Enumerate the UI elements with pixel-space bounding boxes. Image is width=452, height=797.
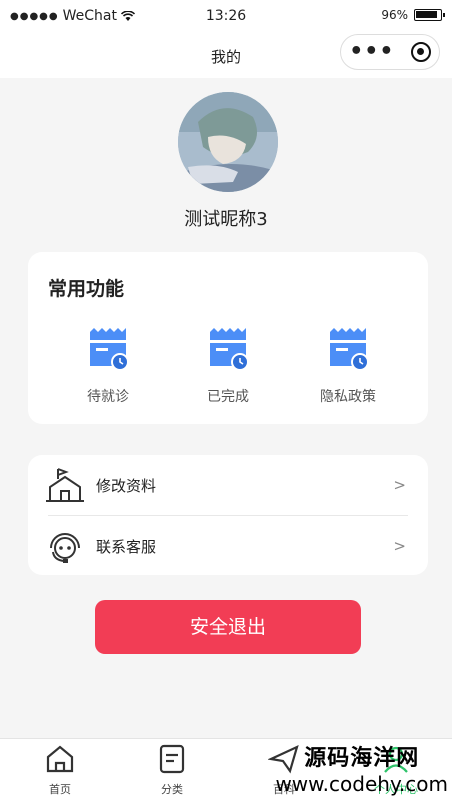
func-completed[interactable]: 已完成 bbox=[168, 326, 288, 406]
battery-percent: 96% bbox=[381, 8, 408, 22]
headset-icon bbox=[50, 533, 80, 563]
avatar-image bbox=[178, 92, 278, 192]
menu-label: 修改资料 bbox=[96, 476, 157, 495]
status-bar: ●●●●● WeChat 13:26 96% bbox=[0, 0, 452, 34]
func-label: 待就诊 bbox=[87, 389, 129, 405]
func-pending-visit[interactable]: 待就诊 bbox=[48, 326, 168, 406]
send-icon bbox=[267, 744, 299, 774]
tab-label: 首页 bbox=[49, 783, 71, 796]
home-icon bbox=[46, 745, 74, 773]
nickname: 测试昵称3 bbox=[184, 209, 268, 230]
func-label: 已完成 bbox=[207, 389, 249, 405]
func-label: 隐私政策 bbox=[320, 389, 376, 405]
close-target-button[interactable] bbox=[410, 42, 431, 62]
more-button[interactable]: ••• bbox=[349, 41, 394, 63]
tab-encyclopedia[interactable]: 百科 bbox=[254, 743, 314, 797]
menu-label: 联系客服 bbox=[96, 537, 157, 556]
tab-home[interactable]: 首页 bbox=[30, 743, 90, 797]
chevron-right-icon: > bbox=[393, 537, 406, 555]
miniprogram-capsule: ••• bbox=[340, 34, 440, 70]
calendar-clock-icon bbox=[90, 328, 129, 371]
tab-label: 个人中心 bbox=[374, 783, 418, 796]
logout-button[interactable]: 安全退出 bbox=[95, 600, 361, 654]
menu-item-contact-support[interactable]: 联系客服 > bbox=[28, 516, 428, 576]
card-title: 常用功能 bbox=[48, 278, 125, 300]
tab-label: 百科 bbox=[273, 783, 295, 796]
battery-icon bbox=[414, 9, 445, 21]
common-functions-card: 常用功能 待就诊 已完成 隐私政策 bbox=[28, 252, 428, 424]
tab-label: 分类 bbox=[161, 783, 183, 796]
nav-bar: 我的 ••• bbox=[0, 34, 452, 78]
list-icon bbox=[159, 744, 185, 774]
tab-bar: 首页 分类 百科 个人中心 bbox=[0, 738, 452, 797]
func-privacy-policy[interactable]: 隐私政策 bbox=[288, 326, 408, 406]
user-icon bbox=[384, 746, 408, 773]
tab-profile[interactable]: 个人中心 bbox=[366, 743, 426, 797]
menu-card: 修改资料 > 联系客服 > bbox=[28, 455, 428, 575]
tab-category[interactable]: 分类 bbox=[142, 743, 202, 797]
menu-item-edit-profile[interactable]: 修改资料 > bbox=[28, 455, 428, 515]
calendar-clock-icon bbox=[210, 328, 249, 371]
status-right: 96% bbox=[381, 8, 445, 22]
avatar[interactable] bbox=[178, 92, 278, 192]
calendar-clock-icon bbox=[330, 328, 369, 371]
chevron-right-icon: > bbox=[393, 476, 406, 494]
building-flag-icon bbox=[46, 468, 84, 502]
